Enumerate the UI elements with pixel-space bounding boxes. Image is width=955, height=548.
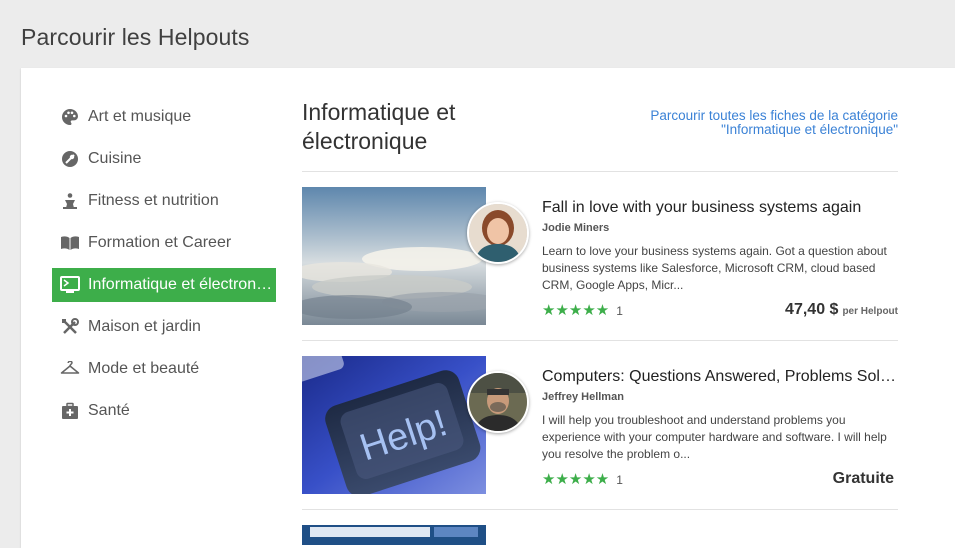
book-icon [60,233,80,253]
avatar[interactable] [467,202,529,264]
star-rating-icons: ★★★★★ [542,302,610,319]
listing-card[interactable] [302,525,898,545]
price-unit: per Helpout [842,306,898,317]
star-rating-icons: ★★★★★ [542,471,610,488]
listing-thumbnail-clouds[interactable] [302,187,486,325]
listing-title[interactable]: Computers: Questions Answered, Problems … [542,368,898,386]
listing-title[interactable]: Fall in love with your business systems … [542,199,898,217]
sidebar-item-label: Informatique et électron… [88,276,273,293]
cooking-icon [60,149,80,169]
sidebar-item-health[interactable]: Santé [52,394,276,428]
computer-icon [60,275,80,295]
browse-link-line2: "Informatique et électronique" [721,122,898,137]
rating: ★★★★★ 1 [542,472,623,488]
sidebar-item-career[interactable]: Formation et Career [52,226,276,260]
listing-author[interactable]: Jeffrey Hellman [542,391,624,403]
listing-description: Learn to love your business systems agai… [542,244,887,292]
sidebar-item-computers-electronics[interactable]: Informatique et électron… [52,268,276,302]
browse-all-category-link[interactable]: Parcourir toutes les fiches de la catégo… [598,109,898,137]
browse-link-line1: Parcourir toutes les fiches de la catégo… [650,108,898,123]
category-title-line2: électronique [302,128,428,154]
fitness-icon [60,191,80,211]
rating: ★★★★★ 1 [542,303,623,319]
sidebar-item-cooking[interactable]: Cuisine [52,142,276,176]
page-title: Parcourir les Helpouts [21,24,250,50]
review-count: 1 [616,304,623,318]
category-sidebar: Art et musique Cuisine Fitness et nutrit… [52,100,276,436]
sidebar-item-art-music[interactable]: Art et musique [52,100,276,134]
tools-icon [60,317,80,337]
listing-thumbnail-help-key[interactable]: Help! [302,356,486,494]
price-value: Gratuite [832,470,894,487]
sidebar-item-label: Formation et Career [88,234,232,251]
price-value: 47,40 $ [785,301,839,318]
sidebar-item-label: Cuisine [88,150,142,167]
category-title-line1: Informatique et [302,99,456,125]
listing-description: I will help you troubleshoot and underst… [542,413,887,461]
sidebar-item-label: Mode et beauté [88,360,200,377]
avatar[interactable] [467,371,529,433]
sidebar-item-home-garden[interactable]: Maison et jardin [52,310,276,344]
listing-card[interactable]: Fall in love with your business systems … [302,187,898,325]
listing-author[interactable]: Jodie Miners [542,222,609,234]
listing-card[interactable]: Help! Computers: Questions Answered, Pro… [302,356,898,494]
browse-card: Art et musique Cuisine Fitness et nutrit… [21,68,955,548]
sidebar-item-label: Santé [88,402,130,419]
sidebar-item-fashion-beauty[interactable]: Mode et beauté [52,352,276,386]
palette-icon [60,107,80,127]
sidebar-item-fitness[interactable]: Fitness et nutrition [52,184,276,218]
hanger-icon [60,359,80,379]
divider [302,340,898,341]
review-count: 1 [616,473,623,487]
divider [302,171,898,172]
category-title: Informatique et électronique [302,98,522,156]
divider [302,509,898,510]
listing-thumbnail[interactable] [302,525,486,545]
sidebar-item-label: Fitness et nutrition [88,192,219,209]
medical-kit-icon [60,401,80,421]
sidebar-item-label: Maison et jardin [88,318,201,335]
price: Gratuite [833,470,898,488]
price: 47,40 $ per Helpout [785,301,898,319]
sidebar-item-label: Art et musique [88,108,192,125]
